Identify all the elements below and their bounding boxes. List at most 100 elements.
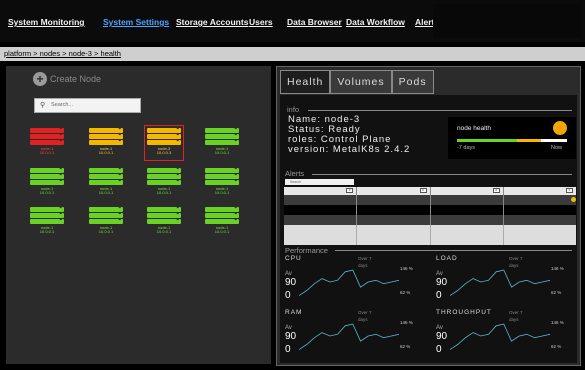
node-card[interactable]: node-110.0.0.1 bbox=[205, 205, 239, 237]
table-row[interactable] bbox=[284, 235, 576, 245]
server-icon bbox=[30, 178, 64, 185]
breadcrumb-bar: platform > nodes > node-3 > health bbox=[0, 47, 585, 61]
metric-max: 146 % bbox=[400, 266, 413, 271]
metric-average-value: 90 bbox=[436, 277, 448, 288]
sparkline-path bbox=[299, 269, 399, 296]
nav-data-workflow[interactable]: Data Workflow bbox=[346, 17, 405, 27]
metric-sparkline bbox=[450, 269, 550, 296]
health-start-label: -7 days bbox=[457, 145, 476, 151]
node-card[interactable]: node-110.0.0.1 bbox=[205, 126, 239, 158]
node-ip: 10.0.0.1 bbox=[214, 150, 230, 155]
alerts-divider bbox=[312, 174, 572, 175]
metric-min: 62 % bbox=[551, 290, 562, 295]
metric-average-value: 90 bbox=[285, 331, 297, 342]
sparkline-path bbox=[450, 323, 550, 350]
info-version: version: MetalK8s 2.4.2 bbox=[288, 144, 411, 155]
node-ip: 10.0.0.1 bbox=[156, 190, 172, 195]
tab-pods[interactable]: Pods bbox=[391, 70, 434, 94]
node-search-input[interactable]: ⚲ Search... bbox=[34, 98, 141, 113]
metric-max: 146 % bbox=[400, 320, 413, 325]
node-ip: 10.0.0.1 bbox=[39, 150, 55, 155]
node-card[interactable]: node-110.0.0.1 bbox=[30, 205, 64, 237]
metric-zero-value: 0 bbox=[285, 290, 291, 301]
nav-system-monitoring[interactable]: System Monitoring bbox=[8, 17, 85, 27]
metric-name: THROUGHPUT bbox=[436, 309, 492, 316]
performance-section-title: Performance bbox=[285, 246, 330, 255]
nav-users[interactable]: Users bbox=[249, 17, 273, 27]
sort-icon[interactable]: ≡ bbox=[566, 188, 573, 193]
metric-max: 146 % bbox=[551, 320, 564, 325]
server-icon bbox=[147, 217, 181, 224]
node-card[interactable]: node-110.0.0.1 bbox=[89, 126, 123, 158]
metric-zero-value: 0 bbox=[285, 344, 291, 355]
health-status-dot bbox=[553, 121, 567, 135]
node-card[interactable]: node-110.0.0.1 bbox=[147, 166, 181, 198]
node-search-placeholder: Search... bbox=[51, 102, 74, 108]
metric-min: 62 % bbox=[551, 344, 562, 349]
server-icon bbox=[205, 138, 239, 145]
metric-min: 62 % bbox=[400, 344, 411, 349]
metric-load: LOAD Over 7 days Av 90 0 146 % 62 % bbox=[436, 255, 576, 303]
metric-name: CPU bbox=[285, 255, 302, 262]
server-icon bbox=[147, 138, 181, 145]
node-ip: 10.0.0.3 bbox=[156, 150, 172, 155]
metric-cpu: CPU Over 7 days Av 90 0 146 % 62 % bbox=[285, 255, 425, 303]
nav-storage-accounts[interactable]: Storage Accounts bbox=[176, 17, 248, 27]
server-icon bbox=[30, 217, 64, 224]
node-detail-panel: Health Volumes Pods info Name: node-3 St… bbox=[276, 66, 581, 366]
server-icon bbox=[89, 138, 123, 145]
metric-max: 146 % bbox=[551, 266, 564, 271]
performance-divider bbox=[335, 250, 572, 251]
table-row[interactable] bbox=[284, 195, 576, 205]
sort-icon[interactable]: ≡ bbox=[492, 188, 500, 193]
node-card[interactable]: node-110.0.0.1 bbox=[30, 126, 64, 158]
node-ip: 10.0.0.1 bbox=[214, 190, 230, 195]
node-ip: 10.0.0.1 bbox=[39, 229, 55, 234]
node-health-widget: node health -7 days Now bbox=[448, 117, 576, 159]
search-icon: ⚲ bbox=[40, 102, 46, 109]
metric-average-value: 90 bbox=[285, 277, 297, 288]
table-row[interactable] bbox=[284, 215, 576, 225]
nav-system-settings[interactable]: System Settings bbox=[103, 17, 169, 27]
plus-circle-icon: + bbox=[33, 72, 47, 86]
sort-icon[interactable]: ≡ bbox=[346, 188, 354, 193]
server-icon bbox=[205, 178, 239, 185]
metric-sparkline bbox=[299, 269, 399, 296]
tab-volumes[interactable]: Volumes bbox=[330, 70, 392, 94]
metric-throughput: THROUGHPUT Over 7 days Av 90 0 146 % 62 % bbox=[436, 309, 576, 357]
tab-health[interactable]: Health bbox=[280, 70, 331, 94]
health-end-label: Now bbox=[551, 145, 563, 151]
metric-min: 62 % bbox=[400, 290, 411, 295]
node-ip: 10.0.0.1 bbox=[214, 229, 230, 234]
node-ip: 10.0.0.1 bbox=[98, 229, 114, 234]
create-node-button[interactable]: + Create Node bbox=[33, 72, 101, 86]
alerts-table: ≡ ≡ ≡ ≡ bbox=[284, 187, 576, 245]
table-row[interactable] bbox=[284, 225, 576, 235]
metric-name: RAM bbox=[285, 309, 303, 316]
node-card[interactable]: node-110.0.0.1 bbox=[205, 166, 239, 198]
server-icon bbox=[89, 217, 123, 224]
breadcrumb[interactable]: platform > nodes > node-3 > health bbox=[4, 49, 121, 58]
create-node-label: Create Node bbox=[50, 74, 102, 84]
node-card[interactable]: node-310.0.0.3 bbox=[144, 125, 184, 161]
info-divider bbox=[308, 110, 572, 111]
node-card[interactable]: node-110.0.0.1 bbox=[89, 166, 123, 198]
detail-tabs: Health Volumes Pods bbox=[280, 70, 434, 94]
node-card[interactable]: node-110.0.0.1 bbox=[147, 205, 181, 237]
metric-ram: RAM Over 7 days Av 90 0 146 % 62 % bbox=[285, 309, 425, 357]
server-icon bbox=[89, 178, 123, 185]
nav-data-browser[interactable]: Data Browser bbox=[287, 17, 342, 27]
node-card[interactable]: node-110.0.0.1 bbox=[30, 166, 64, 198]
node-card[interactable]: node-110.0.0.1 bbox=[89, 205, 123, 237]
nav-right-area bbox=[433, 4, 581, 38]
health-tab-content: info Name: node-3 Status: Ready roles: C… bbox=[280, 95, 577, 363]
warning-dot-icon bbox=[570, 197, 576, 202]
metric-zero-value: 0 bbox=[436, 290, 442, 301]
nodes-panel: + Create Node ⚲ Search... node-110.0.0.1… bbox=[6, 66, 271, 364]
alerts-search-placeholder: Search bbox=[290, 180, 302, 184]
sparkline-path bbox=[450, 269, 550, 296]
node-ip: 10.0.0.1 bbox=[156, 229, 172, 234]
sort-icon[interactable]: ≡ bbox=[419, 188, 427, 193]
alerts-search-input[interactable]: Search bbox=[285, 179, 354, 185]
table-row[interactable] bbox=[284, 205, 576, 215]
